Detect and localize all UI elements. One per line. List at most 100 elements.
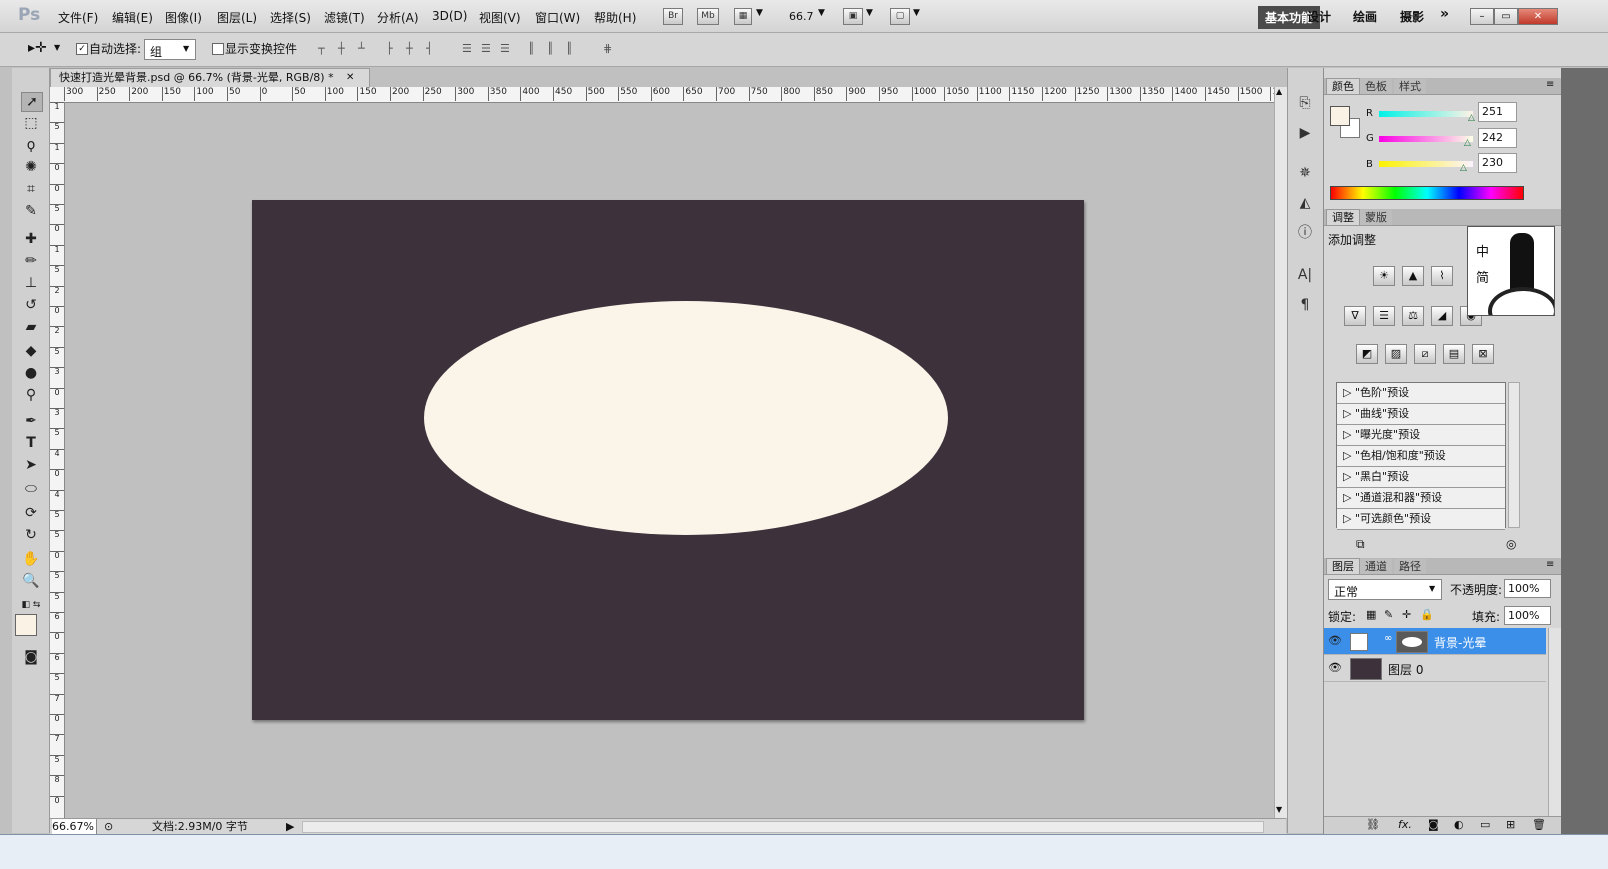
brush-tool-icon[interactable]: ✏: [21, 252, 41, 270]
move-tool-icon[interactable]: ▸✛: [28, 40, 47, 56]
paint-bucket-tool-icon[interactable]: ◆: [21, 342, 41, 360]
green-value-input[interactable]: 242: [1478, 128, 1517, 148]
lock-all-icon[interactable]: 🔒: [1420, 608, 1434, 621]
blue-slider-handle[interactable]: △: [1460, 163, 1467, 173]
align-top-icon[interactable]: ┬: [318, 43, 332, 55]
vertical-scrollbar[interactable]: ▲ ▼: [1274, 87, 1287, 818]
menu-layer[interactable]: 图层(L): [217, 9, 257, 26]
status-preview-icon[interactable]: ⊙: [104, 819, 113, 834]
path-select-tool-icon[interactable]: ➤: [21, 456, 41, 474]
tab-color[interactable]: 颜色: [1326, 78, 1360, 94]
tab-adjustments[interactable]: 调整: [1326, 209, 1360, 225]
zoom-level[interactable]: 66.7: [789, 10, 814, 23]
distribute-hcenter-icon[interactable]: ║: [547, 43, 561, 55]
menu-image[interactable]: 图像(I): [165, 9, 202, 26]
scroll-down-icon[interactable]: ▼: [1276, 805, 1282, 814]
red-value-input[interactable]: 251: [1478, 102, 1517, 122]
red-slider-handle[interactable]: △: [1468, 113, 1475, 123]
ellipse-tool-icon[interactable]: ⬭: [21, 480, 41, 498]
layer-fill-thumbnail[interactable]: [1350, 633, 1368, 651]
history-panel-icon[interactable]: ⎘: [1296, 94, 1314, 112]
preset-channel-mixer[interactable]: ▷ "通道混和器"预设: [1337, 488, 1505, 509]
distribute-left-icon[interactable]: ║: [528, 43, 542, 55]
foreground-color-swatch[interactable]: [15, 614, 37, 636]
layers-scrollbar[interactable]: [1548, 628, 1561, 816]
align-right-icon[interactable]: ┤: [426, 43, 440, 55]
minimize-button[interactable]: –: [1470, 8, 1494, 25]
3d-rotate-tool-icon[interactable]: ⟳: [21, 504, 41, 522]
hand-tool-icon[interactable]: ✋: [21, 550, 41, 568]
quick-select-tool-icon[interactable]: ✺: [21, 158, 41, 176]
more-workspaces[interactable]: »: [1440, 6, 1449, 22]
chevron-down-icon[interactable]: ▼: [913, 8, 920, 18]
preset-curves[interactable]: ▷ "曲线"预设: [1337, 404, 1505, 425]
menu-analysis[interactable]: 分析(A): [377, 9, 419, 26]
quick-mask-icon[interactable]: ◙: [21, 648, 41, 666]
view-extras-button[interactable]: ▦: [734, 8, 752, 25]
workspace-paint[interactable]: 绘画: [1353, 8, 1377, 25]
paragraph-panel-icon[interactable]: ¶: [1296, 296, 1314, 314]
lasso-tool-icon[interactable]: ϙ: [21, 136, 41, 154]
layer-name-layer0[interactable]: 图层 0: [1388, 661, 1423, 678]
levels-icon[interactable]: ▲: [1402, 266, 1424, 286]
menu-view[interactable]: 视图(V): [479, 9, 521, 26]
auto-align-icon[interactable]: ⋕: [603, 43, 617, 55]
align-vcenter-icon[interactable]: ┼: [338, 43, 352, 55]
layer-row-glow[interactable]: 👁 ∞ 背景-光晕: [1324, 628, 1546, 655]
chevron-down-icon[interactable]: ▼: [818, 8, 825, 18]
layer-style-icon[interactable]: fx.: [1398, 818, 1412, 831]
3d-orbit-tool-icon[interactable]: ↻: [21, 526, 41, 544]
lock-transparent-icon[interactable]: ▦: [1366, 608, 1376, 621]
marquee-tool-icon[interactable]: ⬚: [21, 114, 41, 132]
ruler-origin[interactable]: [50, 87, 65, 103]
align-hcenter-icon[interactable]: ┼: [406, 43, 420, 55]
distribute-right-icon[interactable]: ║: [566, 43, 580, 55]
brightness-contrast-icon[interactable]: ☀: [1373, 266, 1395, 286]
visibility-eye-icon[interactable]: 👁: [1328, 634, 1342, 647]
blue-value-input[interactable]: 230: [1478, 153, 1517, 173]
invert-icon[interactable]: ◩: [1356, 344, 1378, 364]
clone-stamp-tool-icon[interactable]: ⊥: [21, 274, 41, 292]
color-balance-icon[interactable]: ⚖: [1402, 306, 1424, 326]
lock-paint-icon[interactable]: ✎: [1384, 608, 1393, 621]
foreground-color-chip[interactable]: [1330, 106, 1350, 126]
distribute-bottom-icon[interactable]: ☰: [500, 43, 514, 55]
add-mask-icon[interactable]: ◙: [1428, 818, 1439, 831]
fill-input[interactable]: 100%: [1504, 606, 1551, 625]
chevron-down-icon[interactable]: ▼: [54, 43, 60, 52]
info-panel-icon[interactable]: ⓘ: [1296, 224, 1314, 242]
opacity-input[interactable]: 100%: [1504, 579, 1551, 598]
new-group-icon[interactable]: ▭: [1480, 818, 1490, 831]
menu-help[interactable]: 帮助(H): [594, 9, 636, 26]
panel-menu-icon[interactable]: ≡: [1546, 559, 1554, 570]
distribute-vcenter-icon[interactable]: ☰: [481, 43, 495, 55]
zoom-tool-icon[interactable]: 🔍: [21, 572, 41, 590]
green-slider[interactable]: [1379, 136, 1473, 142]
color-spectrum-bar[interactable]: [1330, 186, 1524, 200]
menu-edit[interactable]: 编辑(E): [112, 9, 153, 26]
move-tool-icon[interactable]: ➚: [21, 92, 43, 112]
visibility-eye-icon[interactable]: 👁: [1328, 661, 1342, 674]
ime-chinese-mode[interactable]: 中: [1476, 241, 1489, 260]
posterize-icon[interactable]: ▨: [1385, 344, 1407, 364]
link-layers-icon[interactable]: ⛓: [1366, 818, 1380, 831]
blur-tool-icon[interactable]: ●: [21, 364, 41, 382]
chevron-down-icon[interactable]: ▼: [756, 8, 763, 18]
tab-channels[interactable]: 通道: [1360, 559, 1392, 574]
dodge-tool-icon[interactable]: ⚲: [21, 386, 41, 404]
ime-simplified-mode[interactable]: 简: [1476, 267, 1489, 286]
red-slider[interactable]: [1379, 111, 1473, 117]
preset-hue-saturation[interactable]: ▷ "色相/饱和度"预设: [1337, 446, 1505, 467]
return-to-list-icon[interactable]: ⧉: [1356, 537, 1365, 552]
restore-button[interactable]: ▭: [1494, 8, 1518, 25]
crop-tool-icon[interactable]: ⌗: [21, 180, 41, 198]
black-white-icon[interactable]: ◢: [1431, 306, 1453, 326]
menu-select[interactable]: 选择(S): [270, 9, 311, 26]
mini-bridge-button[interactable]: Mb: [697, 8, 719, 25]
new-layer-icon[interactable]: ⊞: [1506, 818, 1515, 831]
lock-position-icon[interactable]: ✛: [1402, 608, 1411, 621]
preset-exposure[interactable]: ▷ "曝光度"预设: [1337, 425, 1505, 446]
tab-masks[interactable]: 蒙版: [1360, 210, 1392, 225]
vector-mask-thumbnail[interactable]: [1396, 631, 1428, 653]
screen-mode-button[interactable]: ▢: [890, 8, 910, 25]
